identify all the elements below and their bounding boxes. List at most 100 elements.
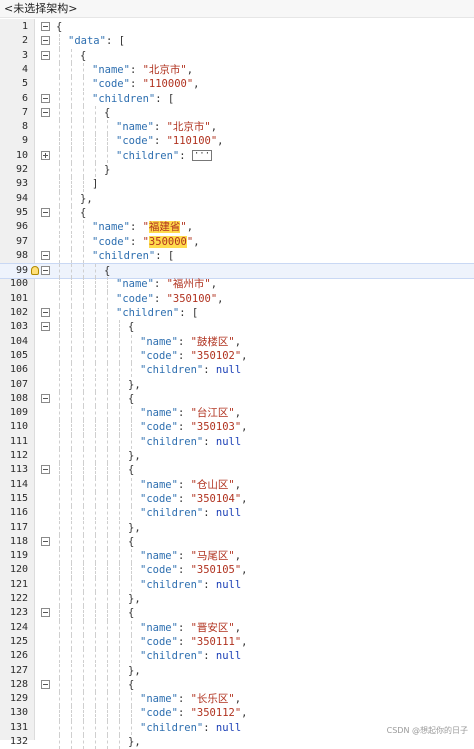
code-line[interactable]: 100 "name": "福州市", <box>0 277 474 292</box>
code-line[interactable]: 130 "code": "350112", <box>0 706 474 721</box>
code-text[interactable]: { <box>80 49 86 63</box>
code-text[interactable]: { <box>80 206 86 220</box>
code-text[interactable]: "code": "350112", <box>140 706 248 720</box>
collapse-icon[interactable] <box>41 608 50 618</box>
code-text[interactable]: "name": "鼓楼区", <box>140 335 241 349</box>
code-line[interactable]: 9 "code": "110100", <box>0 134 474 149</box>
code-line[interactable]: 110 "code": "350103", <box>0 420 474 435</box>
code-line[interactable]: 111 "children": null <box>0 434 474 449</box>
code-text[interactable]: "name": "北京市", <box>116 120 217 134</box>
code-text[interactable]: "name": "台江区", <box>140 406 241 420</box>
code-line[interactable]: 103 { <box>0 320 474 335</box>
collapse-icon[interactable] <box>41 322 50 332</box>
code-text[interactable]: { <box>128 535 134 549</box>
code-text[interactable]: "data": [ <box>68 34 125 48</box>
code-text[interactable]: }, <box>128 378 141 392</box>
code-text[interactable]: }, <box>128 735 141 749</box>
breadcrumb[interactable]: <未选择架构> <box>0 0 474 18</box>
code-line[interactable]: 7{ <box>0 105 474 121</box>
collapsed-block-placeholder[interactable]: ··· <box>191 150 213 162</box>
code-line[interactable]: 97 "code": "350000", <box>0 234 474 249</box>
collapse-icon[interactable] <box>41 250 50 260</box>
collapse-icon[interactable] <box>41 50 50 60</box>
code-line[interactable]: 117}, <box>0 520 474 535</box>
code-line[interactable]: 98 "children": [ <box>0 248 474 264</box>
code-text[interactable]: { <box>128 678 134 692</box>
code-text[interactable]: }, <box>128 592 141 606</box>
collapse-icon[interactable] <box>41 207 50 217</box>
code-line[interactable]: 114 "name": "仓山区", <box>0 477 474 492</box>
code-line[interactable]: 96 "name": "福建省", <box>0 220 474 235</box>
collapse-icon[interactable] <box>41 679 50 689</box>
code-text[interactable]: "code": "350105", <box>140 563 248 577</box>
code-text[interactable]: "children": [ <box>92 249 174 263</box>
code-line[interactable]: 123 { <box>0 606 474 621</box>
schema-selector-label[interactable]: <未选择架构> <box>4 2 77 15</box>
code-text[interactable]: "children": [ <box>116 306 198 320</box>
code-text[interactable]: "name": "马尾区", <box>140 549 241 563</box>
code-line[interactable]: 115 "code": "350104", <box>0 491 474 507</box>
code-text[interactable]: "children": null <box>140 506 241 520</box>
code-line[interactable]: 5 "code": "110000", <box>0 77 474 92</box>
collapse-icon[interactable] <box>41 36 50 46</box>
code-text[interactable]: { <box>56 20 62 34</box>
code-line[interactable]: 127}, <box>0 663 474 678</box>
collapse-icon[interactable] <box>41 22 50 31</box>
code-text[interactable]: "code": "350102", <box>140 349 248 363</box>
collapse-icon[interactable] <box>41 107 50 117</box>
collapse-icon[interactable] <box>41 266 50 276</box>
code-text[interactable]: ] <box>92 177 98 191</box>
code-text[interactable]: "code": "350104", <box>140 492 248 506</box>
code-line[interactable]: 129 "name": "长乐区", <box>0 692 474 707</box>
code-line[interactable]: 126 "children": null <box>0 649 474 664</box>
code-line[interactable]: 120 "code": "350105", <box>0 563 474 578</box>
code-text[interactable]: "name": "北京市", <box>92 63 193 77</box>
expand-icon[interactable] <box>41 150 50 160</box>
collapse-icon[interactable] <box>41 536 50 546</box>
code-line[interactable]: 116 "children": null <box>0 506 474 521</box>
code-text[interactable]: { <box>128 320 134 334</box>
code-line[interactable]: 92} <box>0 163 474 178</box>
code-text[interactable]: }, <box>128 521 141 535</box>
code-line[interactable]: 8 "name": "北京市", <box>0 120 474 135</box>
code-text[interactable]: }, <box>80 192 93 206</box>
code-line[interactable]: 106 "children": null <box>0 363 474 378</box>
code-line[interactable]: 125 "code": "350111", <box>0 634 474 650</box>
code-text[interactable]: "name": "长乐区", <box>140 692 241 706</box>
code-line[interactable]: 102 "children": [ <box>0 306 474 321</box>
code-text[interactable]: "name": "福州市", <box>116 277 217 291</box>
code-line[interactable]: 101 "code": "350100", <box>0 291 474 306</box>
code-text[interactable]: "code": "350103", <box>140 420 248 434</box>
code-text[interactable]: "code": "110100", <box>116 134 224 148</box>
code-text[interactable]: "children": ··· <box>116 149 213 163</box>
code-text[interactable]: "children": null <box>140 435 241 449</box>
code-text[interactable]: } <box>104 163 110 177</box>
code-line[interactable]: 2 "data": [ <box>0 34 474 49</box>
code-text[interactable]: "children": null <box>140 649 241 663</box>
code-text[interactable]: { <box>104 264 110 278</box>
code-text[interactable]: { <box>128 463 134 477</box>
code-text[interactable]: "code": "350111", <box>140 635 248 649</box>
code-line[interactable]: 113 { <box>0 463 474 478</box>
code-text[interactable]: "code": "110000", <box>92 77 200 91</box>
collapse-icon[interactable] <box>41 308 50 317</box>
code-text[interactable]: { <box>128 606 134 620</box>
code-text[interactable]: "name": "仓山区", <box>140 478 241 492</box>
code-line[interactable]: 108 { <box>0 391 474 407</box>
code-line[interactable]: 128 { <box>0 677 474 693</box>
code-text[interactable]: "name": "晋安区", <box>140 621 241 635</box>
code-text[interactable]: "name": "福建省", <box>92 220 193 234</box>
code-line[interactable]: 4 "name": "北京市", <box>0 62 474 78</box>
code-text[interactable]: { <box>104 106 110 120</box>
collapse-icon[interactable] <box>41 93 50 103</box>
code-text[interactable]: "code": "350000", <box>92 235 200 249</box>
code-line[interactable]: 107}, <box>0 377 474 392</box>
code-text[interactable]: { <box>128 392 134 406</box>
code-line[interactable]: 132}, <box>0 735 474 749</box>
code-text[interactable]: }, <box>128 449 141 463</box>
code-line[interactable]: 10 "children": ··· <box>0 148 474 163</box>
code-line[interactable]: 118 { <box>0 534 474 550</box>
code-line[interactable]: 3{ <box>0 48 474 63</box>
code-line[interactable]: 112}, <box>0 449 474 464</box>
code-line[interactable]: 121 "children": null <box>0 577 474 592</box>
